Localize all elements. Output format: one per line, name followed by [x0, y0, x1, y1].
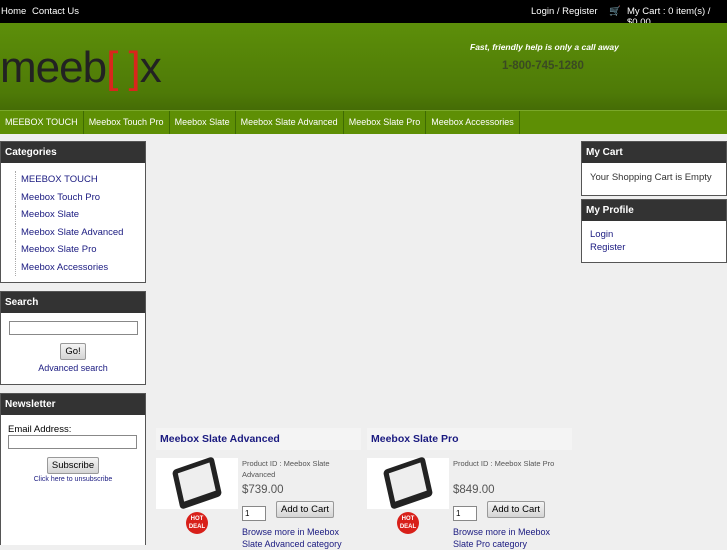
nav-meebox-slate-advanced[interactable]: Meebox Slate Advanced — [236, 111, 344, 134]
subscribe-button[interactable]: Subscribe — [46, 456, 100, 474]
home-link[interactable]: Home — [1, 6, 26, 17]
phone-number: 1-800-745-1280 — [502, 60, 584, 72]
category-link[interactable]: MEEBOX TOUCH — [15, 171, 145, 189]
nav-meebox-touch-pro[interactable]: Meebox Touch Pro — [84, 111, 170, 134]
add-to-cart-button[interactable]: Add to Cart — [276, 501, 335, 518]
browse-category-link[interactable]: Browse more in Meebox Slate Pro category — [453, 526, 563, 550]
top-bar: Home Contact Us Login / Register 🛒 My Ca… — [0, 0, 727, 28]
email-field[interactable] — [8, 435, 137, 449]
product-id: Product ID : Meebox Slate Advanced — [242, 459, 330, 479]
product-price: $849.00 — [453, 484, 495, 496]
categories-box: Categories MEEBOX TOUCH Meebox Touch Pro… — [0, 141, 146, 283]
browse-category-link[interactable]: Browse more in Meebox Slate Advanced cat… — [242, 526, 352, 550]
my-profile-title: My Profile — [582, 200, 726, 221]
my-profile-box: My Profile Login Register — [581, 199, 727, 263]
category-link[interactable]: Meebox Slate Advanced — [15, 223, 145, 241]
product-title[interactable]: Meebox Slate Advanced — [156, 428, 361, 450]
category-link[interactable]: Meebox Slate — [15, 206, 145, 224]
category-link[interactable]: Meebox Touch Pro — [15, 188, 145, 206]
newsletter-box: Newsletter Email Address: Subscribe Clic… — [0, 393, 146, 545]
product-image[interactable] — [367, 456, 449, 510]
product-id: Product ID : Meebox Slate Pro — [453, 459, 555, 468]
logo[interactable]: meeb[ ]x — [0, 43, 162, 93]
search-input[interactable] — [8, 321, 138, 335]
product-image[interactable] — [156, 456, 238, 510]
my-cart-title: My Cart — [582, 142, 726, 163]
header: meeb[ ]x Fast, friendly help is only a c… — [0, 23, 727, 110]
profile-login-link[interactable]: Login — [582, 221, 726, 240]
search-title: Search — [1, 292, 145, 313]
add-to-cart-button[interactable]: Add to Cart — [487, 501, 546, 518]
hot-deal-badge: HOT DEAL — [186, 512, 208, 534]
nav-meebox-slate-pro[interactable]: Meebox Slate Pro — [344, 111, 427, 134]
nav-meebox-accessories[interactable]: Meebox Accessories — [426, 111, 520, 134]
product-price: $739.00 — [242, 484, 284, 496]
advanced-search-link[interactable]: Advanced search — [1, 363, 145, 373]
nav-meebox-touch[interactable]: MEEBOX TOUCH — [0, 111, 84, 134]
login-register-link[interactable]: Login / Register — [531, 6, 598, 17]
main-nav: MEEBOX TOUCH Meebox Touch Pro Meebox Sla… — [0, 110, 727, 134]
email-label: Email Address: — [8, 424, 72, 435]
cart-empty-text: Your Shopping Cart is Empty — [590, 172, 712, 183]
search-go-button[interactable]: Go! — [60, 342, 86, 360]
product-card: Meebox Slate Pro HOT DEAL Product ID : M… — [367, 428, 572, 549]
quantity-input[interactable]: 1 — [242, 506, 266, 521]
categories-title: Categories — [1, 142, 145, 163]
category-link[interactable]: Meebox Slate Pro — [15, 241, 145, 259]
unsubscribe-link[interactable]: Click here to unsubscribe — [1, 476, 145, 483]
profile-register-link[interactable]: Register — [582, 240, 726, 253]
category-link[interactable]: Meebox Accessories — [15, 258, 145, 276]
tagline: Fast, friendly help is only a call away — [470, 42, 619, 52]
search-box: Search Go! Advanced search — [0, 291, 146, 385]
product-title[interactable]: Meebox Slate Pro — [367, 428, 572, 450]
quantity-input[interactable]: 1 — [453, 506, 477, 521]
newsletter-title: Newsletter — [1, 394, 145, 415]
nav-meebox-slate[interactable]: Meebox Slate — [170, 111, 236, 134]
product-card: Meebox Slate Advanced HOT DEAL Product I… — [156, 428, 361, 549]
my-cart-box: My Cart Your Shopping Cart is Empty — [581, 141, 727, 196]
contact-link[interactable]: Contact Us — [32, 6, 79, 17]
cart-icon: 🛒 — [609, 6, 621, 17]
hot-deal-badge: HOT DEAL — [397, 512, 419, 534]
